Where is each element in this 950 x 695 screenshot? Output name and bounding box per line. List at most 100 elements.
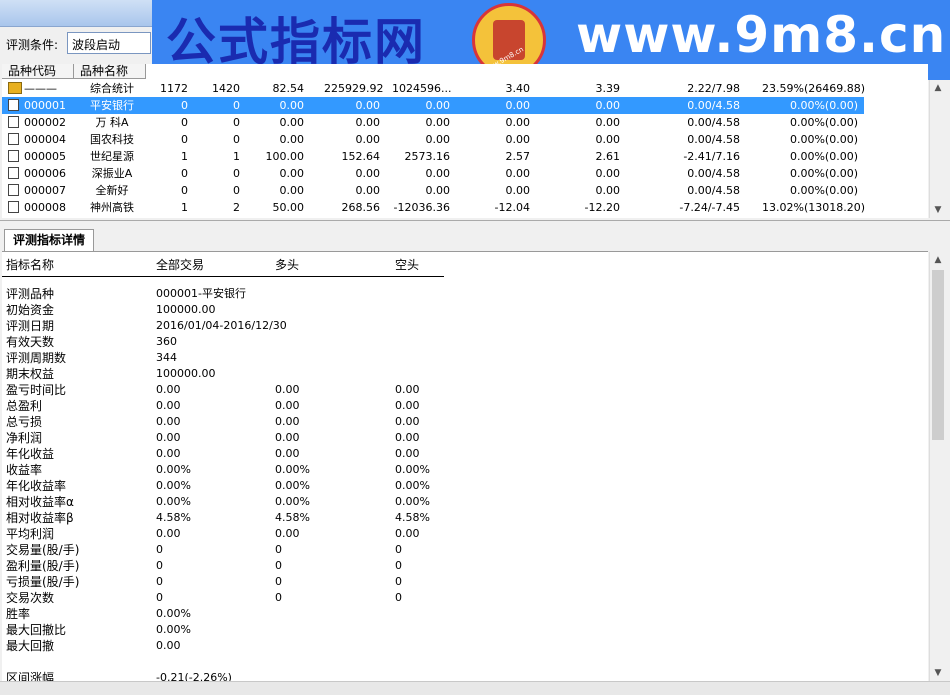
detail-label: 评测周期数: [6, 351, 67, 365]
detail-all-value: 0: [156, 575, 163, 588]
table-row[interactable]: 000006 深振业A 0 0 0.00 0.00 0.00 0.00 0.00 0.00/4.5…: [2, 165, 864, 182]
detail-label: 交易次数: [6, 591, 55, 605]
cell-value: 0: [233, 133, 240, 146]
condition-select[interactable]: 波段启动: [67, 32, 151, 54]
detail-scrollbar[interactable]: ▲ ▼: [929, 252, 946, 681]
detail-all-value: 4.58%: [156, 511, 191, 524]
header-name[interactable]: 品种名称: [74, 64, 146, 79]
cell-value: -12036.36: [393, 201, 450, 214]
table-row[interactable]: 000004 国农科技 0 0 0.00 0.00 0.00 0.00 0.00 0.00/4.5…: [2, 131, 864, 148]
tab-evaluation-details[interactable]: 评测指标详情: [4, 229, 94, 252]
scroll-thumb[interactable]: [932, 270, 944, 440]
cell-value: 100.00: [265, 150, 305, 163]
cell-value: 0: [233, 184, 240, 197]
cell-name: 万 科A: [95, 116, 129, 129]
scroll-down-icon[interactable]: ▼: [930, 665, 946, 681]
detail-all-value: 0: [156, 543, 163, 556]
list-item: 交易量(股/手) 0 0 0: [2, 542, 928, 558]
watermark-url-text: www.9m8.cn: [576, 6, 947, 64]
cell-value: 2573.16: [404, 150, 451, 163]
document-icon: [8, 167, 19, 179]
cell-value: 0.00%(0.00): [789, 184, 858, 197]
detail-all-value: 0.00: [156, 431, 181, 444]
list-item: 亏损量(股/手) 0 0 0: [2, 574, 928, 590]
detail-label: 总亏损: [6, 415, 43, 429]
detail-short-value: 4.58%: [395, 511, 430, 524]
cell-value: 0.00: [355, 99, 381, 112]
detail-label: 年化收益: [6, 447, 55, 461]
cell-value: 0.00: [355, 116, 381, 129]
cell-value: 0: [233, 116, 240, 129]
detail-short-value: 0.00: [395, 415, 420, 428]
header-code[interactable]: 品种代码: [2, 64, 74, 79]
list-item: 净利润 0.00 0.00 0.00: [2, 430, 928, 446]
list-item: [2, 654, 928, 670]
detail-label: 相对收益率β: [6, 511, 74, 525]
grid-scrollbar[interactable]: ▲ ▼: [929, 80, 946, 218]
detail-short-value: 0: [395, 543, 402, 556]
cell-value: 152.64: [341, 150, 381, 163]
results-grid[interactable]: 品种代码 品种名称 ——— 综合统计 1172 1420 82.54 225929.92 1…: [2, 64, 928, 218]
detail-header-divider: [2, 276, 444, 277]
detail-all-value: 0.00%: [156, 463, 191, 476]
cell-name: 国农科技: [90, 133, 134, 146]
cell-code: 000008: [24, 201, 66, 214]
cell-value: 0.00: [595, 99, 621, 112]
cell-value: -2.41/7.16: [683, 150, 740, 163]
horizontal-scrollbar[interactable]: [0, 681, 950, 695]
list-item: 评测日期 2016/01/04-2016/12/30: [2, 318, 928, 334]
detail-long-value: 0: [275, 543, 282, 556]
cell-value: 0.00: [355, 133, 381, 146]
list-item: 总亏损 0.00 0.00 0.00: [2, 414, 928, 430]
cell-value: 0.00: [425, 167, 451, 180]
detail-all-value: 0.00: [156, 447, 181, 460]
detail-label: 总盈利: [6, 399, 43, 413]
detail-header-name: 指标名称: [6, 258, 55, 272]
detail-short-value: 0.00: [395, 527, 420, 540]
detail-long-value: 0: [275, 559, 282, 572]
cell-value: 3.39: [595, 82, 621, 95]
detail-long-value: 0.00%: [275, 463, 310, 476]
cell-code: 000006: [24, 167, 66, 180]
list-item: 盈亏时间比 0.00 0.00 0.00: [2, 382, 928, 398]
detail-label: 亏损量(股/手): [6, 575, 80, 589]
detail-long-value: 0.00: [275, 447, 300, 460]
table-row[interactable]: 000007 全新好 0 0 0.00 0.00 0.00 0.00 0.00 0.00/4.58…: [2, 182, 864, 199]
cell-value: 0.00: [279, 99, 305, 112]
scroll-down-icon[interactable]: ▼: [930, 202, 946, 218]
cell-code: ———: [24, 82, 57, 95]
list-item: 评测品种 000001-平安银行: [2, 286, 928, 302]
detail-label: 收益率: [6, 463, 43, 477]
table-row[interactable]: 000002 万 科A 0 0 0.00 0.00 0.00 0.00 0.00 0.00/4.5…: [2, 114, 864, 131]
detail-all-value: 0: [156, 591, 163, 604]
list-item: 年化收益率 0.00% 0.00% 0.00%: [2, 478, 928, 494]
cell-value: 0: [181, 184, 188, 197]
detail-all-value: 0.00%: [156, 607, 191, 620]
detail-label: 盈利量(股/手): [6, 559, 80, 573]
cell-value: 0.00: [595, 133, 621, 146]
detail-short-value: 0: [395, 559, 402, 572]
table-row[interactable]: 000005 世纪星源 1 1 100.00 152.64 2573.16 2.57 2.61 -…: [2, 148, 864, 165]
table-row[interactable]: ——— 综合统计 1172 1420 82.54 225929.92 1024596... 3…: [2, 80, 865, 97]
table-row[interactable]: 000008 神州高铁 1 2 50.00 268.56 -12036.36 -12.04 -1…: [2, 199, 865, 216]
list-item: 初始资金 100000.00: [2, 302, 928, 318]
cell-value: 2.61: [595, 150, 621, 163]
list-item: 总盈利 0.00 0.00 0.00: [2, 398, 928, 414]
cell-value: 0.00: [355, 167, 381, 180]
cell-value: 0: [233, 167, 240, 180]
detail-label: 最大回撤: [6, 639, 55, 653]
detail-label: 盈亏时间比: [6, 383, 67, 397]
cell-value: 82.54: [272, 82, 305, 95]
cell-value: 0.00: [425, 184, 451, 197]
cell-value: 0.00: [279, 116, 305, 129]
list-item: 相对收益率β 4.58% 4.58% 4.58%: [2, 510, 928, 526]
detail-all-value: 000001-平安银行: [156, 287, 246, 300]
cell-value: 0.00: [279, 167, 305, 180]
detail-all-value: 344: [156, 351, 177, 364]
table-row[interactable]: 000001 平安银行 0 0 0.00 0.00 0.00 0.00 0.00 0.00/4.5…: [2, 97, 864, 114]
detail-label: 年化收益率: [6, 479, 67, 493]
scroll-up-icon[interactable]: ▲: [930, 80, 946, 96]
scroll-up-icon[interactable]: ▲: [930, 252, 946, 268]
detail-header-short: 空头: [395, 258, 420, 272]
cell-value: 50.00: [272, 201, 305, 214]
